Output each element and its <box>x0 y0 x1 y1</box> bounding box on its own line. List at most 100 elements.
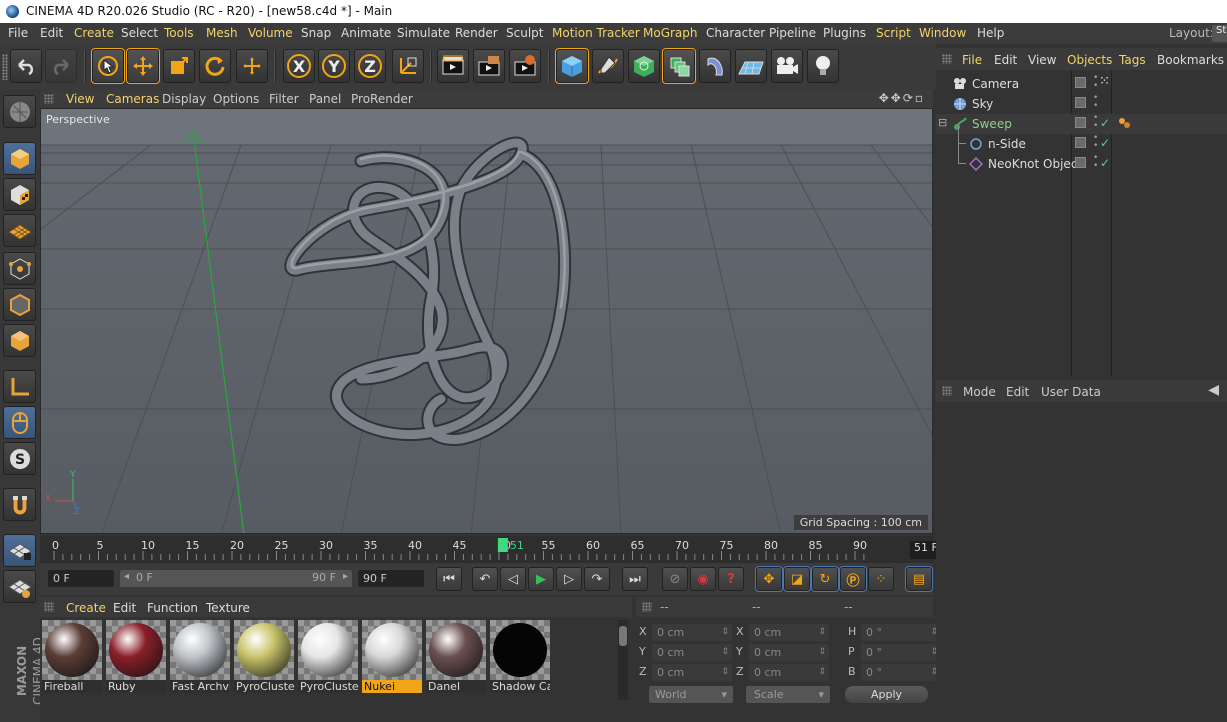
object-row-sweep[interactable]: ⊟ Sweep • • ✓ <box>936 114 1227 134</box>
material-swatch-nukei[interactable]: Nukei <box>362 620 422 693</box>
menu-mograph[interactable]: MoGraph <box>643 26 698 40</box>
object-menu-file[interactable]: File <box>962 53 982 67</box>
undo-button[interactable] <box>10 49 42 83</box>
menu-mesh[interactable]: Mesh <box>206 26 238 40</box>
viewport-nav-icons[interactable]: ✥✥⟳▫ <box>879 91 925 105</box>
material-swatch-danel[interactable]: Danel <box>426 620 486 693</box>
layer-toggle-icon[interactable] <box>1075 97 1086 108</box>
stepper-arrows-icon[interactable]: ⇕ <box>721 644 729 661</box>
material-swatch-ruby[interactable]: Ruby <box>106 620 166 693</box>
stepper-arrows-icon[interactable]: ⇕ <box>818 664 826 681</box>
viewport-menu-options[interactable]: Options <box>213 92 259 106</box>
key-parameter-button[interactable]: Ⓟ <box>839 566 867 592</box>
texture-mode-button[interactable] <box>3 178 36 211</box>
viewport-menu-view[interactable]: View <box>66 92 94 106</box>
visibility-dots-icon[interactable]: • • <box>1093 114 1098 131</box>
object-row-camera[interactable]: Camera • • ⁙ <box>936 74 1227 94</box>
locked-workplane-button[interactable] <box>3 534 36 567</box>
menu-motion-tracker[interactable]: Motion Tracker <box>552 26 640 40</box>
coord-value-field[interactable]: 0 ° ⇕ <box>861 644 941 661</box>
coord-value-field[interactable]: 0 cm ⇕ <box>652 624 732 641</box>
material-swatch-pyrocluster[interactable]: PyroCluster <box>298 620 358 693</box>
record-disabled-button[interactable]: ⊘ <box>662 567 688 591</box>
coordinate-system-button[interactable] <box>392 49 424 83</box>
visibility-dots-icon[interactable]: • • <box>1093 134 1098 151</box>
cube-object-button[interactable] <box>555 48 589 84</box>
menu-script[interactable]: Script <box>876 26 911 40</box>
key-position-button[interactable]: ✥ <box>755 566 783 592</box>
viewport-menu-panel[interactable]: Panel <box>309 92 341 106</box>
enabled-check-icon[interactable]: ✓ <box>1100 116 1110 130</box>
material-swatch-shadow-ca[interactable]: Shadow Ca <box>490 620 550 693</box>
back-arrow-icon[interactable]: ◀ <box>1208 382 1219 398</box>
menu-file[interactable]: File <box>8 26 28 40</box>
stepper-arrows-icon[interactable]: ⇕ <box>818 644 826 661</box>
coord-value-field[interactable]: 0 ° ⇕ <box>861 624 941 641</box>
perspective-viewport[interactable]: Perspective Y X Z Grid Spacing : 100 cm <box>40 108 933 534</box>
enabled-check-icon[interactable]: ✓ <box>1100 156 1110 170</box>
object-menu-edit[interactable]: Edit <box>994 53 1017 67</box>
material-menu-create[interactable]: Create <box>66 601 106 615</box>
object-menu-bookmarks[interactable]: Bookmarks <box>1157 53 1224 67</box>
move-tool-button[interactable] <box>126 48 160 84</box>
coord-value-field[interactable]: 0 cm ⇕ <box>749 624 829 641</box>
layout-select[interactable]: St <box>1212 25 1227 42</box>
menu-select[interactable]: Select <box>121 26 158 40</box>
go-to-end-button[interactable]: ⏭ <box>622 567 648 591</box>
viewport-menu-prorender[interactable]: ProRender <box>351 92 413 106</box>
menu-volume[interactable]: Volume <box>248 26 293 40</box>
object-menu-tags[interactable]: Tags <box>1119 53 1146 67</box>
coordinate-mode-select[interactable]: World ▾ <box>649 686 733 703</box>
key-rotation-button[interactable]: ↻ <box>811 566 839 592</box>
menu-edit[interactable]: Edit <box>40 26 63 40</box>
render-view-button[interactable] <box>437 49 469 83</box>
record-active-objects-button[interactable]: ◉ <box>690 567 716 591</box>
axis-mode-button[interactable] <box>3 370 36 403</box>
menu-simulate[interactable]: Simulate <box>397 26 450 40</box>
next-key-button[interactable]: ↷ <box>584 567 610 591</box>
range-slider[interactable]: ◂ 0 F 90 F ▸ <box>120 570 352 587</box>
material-menu-edit[interactable]: Edit <box>113 601 136 615</box>
viewport-menu-display[interactable]: Display <box>162 92 206 106</box>
coord-value-field[interactable]: 0 cm ⇕ <box>749 644 829 661</box>
redo-button[interactable] <box>45 49 77 83</box>
menu-render[interactable]: Render <box>455 26 498 40</box>
light-button[interactable] <box>807 49 839 83</box>
object-menu-objects[interactable]: Objects <box>1067 53 1112 67</box>
material-swatch-pyrocluster[interactable]: PyroCluster <box>234 620 294 693</box>
visibility-dots-icon[interactable]: • • <box>1093 154 1098 171</box>
key-scale-button[interactable]: ◪ <box>783 566 811 592</box>
recent-tools-button[interactable] <box>236 49 268 83</box>
menu-pipeline[interactable]: Pipeline <box>769 26 816 40</box>
size-mode-select[interactable]: Scale ▾ <box>746 686 830 703</box>
timeline-window-button[interactable]: ▤ <box>905 566 933 592</box>
playhead-marker[interactable] <box>497 538 508 552</box>
apply-button[interactable]: Apply <box>845 686 928 703</box>
object-menu-view[interactable]: View <box>1028 53 1056 67</box>
workplane-mode-button[interactable] <box>3 214 36 247</box>
previous-key-button[interactable]: ↶ <box>472 567 498 591</box>
start-frame-field[interactable]: 0 F <box>48 570 114 587</box>
viewport-menu-filter[interactable]: Filter <box>269 92 299 106</box>
rotate-tool-button[interactable] <box>199 49 231 83</box>
attr-menu-mode[interactable]: Mode <box>963 385 996 399</box>
edit-render-settings-button[interactable] <box>509 49 541 83</box>
layer-toggle-icon[interactable] <box>1075 157 1086 168</box>
autokeying-button[interactable]: ? <box>718 567 744 591</box>
menu-sculpt[interactable]: Sculpt <box>506 26 543 40</box>
coord-value-field[interactable]: 0 cm ⇕ <box>652 664 732 681</box>
material-menu-texture[interactable]: Texture <box>206 601 250 615</box>
menu-character[interactable]: Character <box>706 26 765 40</box>
layer-toggle-icon[interactable] <box>1075 137 1086 148</box>
menu-tools[interactable]: Tools <box>164 26 194 40</box>
next-frame-button[interactable]: ▷ <box>556 567 582 591</box>
floor-button[interactable] <box>735 49 767 83</box>
material-tag-icon[interactable] <box>1118 117 1132 134</box>
object-row-neoknot-object[interactable]: NeoKnot Object • • ✓ <box>936 144 1227 174</box>
object-row-sky[interactable]: Sky • • <box>936 94 1227 114</box>
points-mode-button[interactable] <box>3 252 36 285</box>
make-editable-button[interactable] <box>3 95 36 128</box>
subdivision-surface-button[interactable] <box>628 49 660 83</box>
timeline-ruler[interactable]: 05101520253035404550556065707580859051 5… <box>40 536 973 563</box>
material-scrollbar[interactable] <box>618 620 628 700</box>
